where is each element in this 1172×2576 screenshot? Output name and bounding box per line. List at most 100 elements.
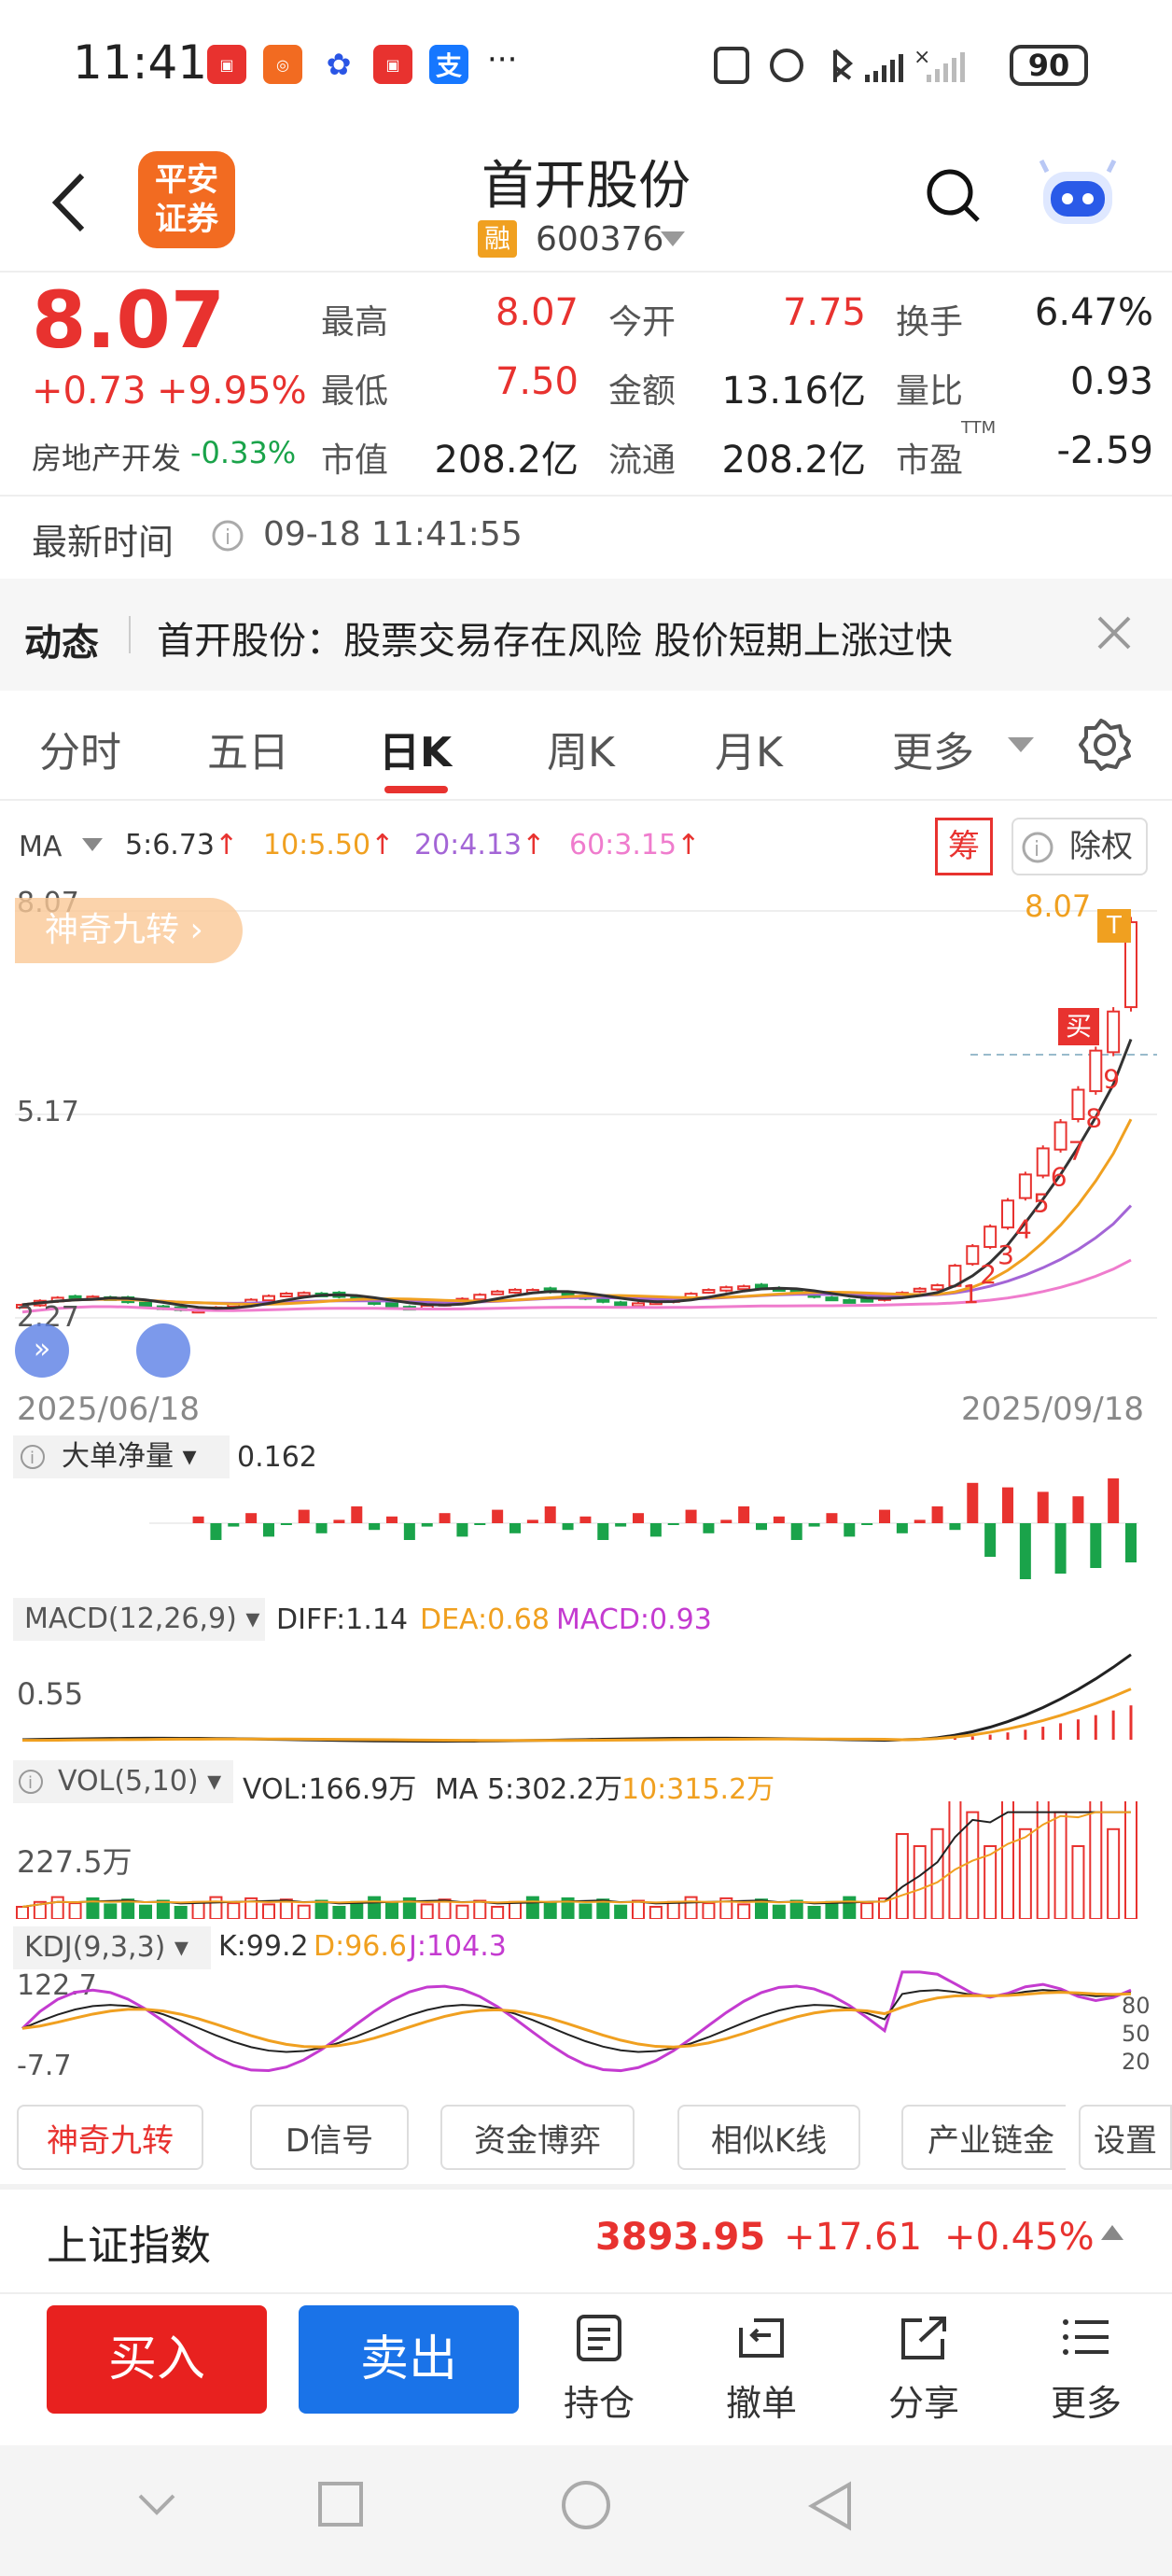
macd-label[interactable]: MACD(12,26,9) ▾	[13, 1598, 265, 1641]
ma10-line	[21, 1118, 1133, 1307]
stock-code[interactable]: 600376	[536, 220, 663, 259]
gear-icon[interactable]	[1079, 719, 1131, 771]
candle	[262, 1295, 275, 1302]
chevron-down-icon[interactable]	[1008, 737, 1034, 754]
big-order-bar	[263, 1523, 274, 1537]
search-icon[interactable]	[924, 166, 984, 226]
ma20-value: 20:4.13↑	[414, 829, 546, 861]
tab-week-k[interactable]: 周K	[547, 719, 615, 778]
nine-turn-button[interactable]: 神奇九转	[17, 2105, 203, 2170]
chevron-down-icon[interactable]	[82, 838, 103, 851]
ma60-value: 60:3.15↑	[569, 829, 701, 861]
big-order-bar	[439, 1513, 451, 1523]
chevron-up-icon[interactable]	[1101, 2225, 1123, 2242]
nine-turn-number: 8	[1085, 1103, 1102, 1134]
stat-value: 0.93	[1069, 360, 1153, 403]
macd-chart	[21, 1653, 1133, 1743]
share-button[interactable]: 分享	[868, 2315, 980, 2426]
volume-bar	[1124, 1801, 1137, 1919]
svg-text:×: ×	[914, 46, 930, 69]
sell-button[interactable]: 卖出	[299, 2305, 519, 2414]
stat-label: 市值	[321, 441, 389, 480]
nine-turn-numbers: 123456789	[962, 1064, 1120, 1309]
settings-button[interactable]: 设置	[1079, 2105, 1172, 2170]
close-icon[interactable]	[1095, 614, 1133, 651]
news-bar[interactable]: 动态 首开股份：股票交易存在风险 股价短期上涨过快	[0, 579, 1172, 691]
buy-marker: 买	[1058, 1008, 1099, 1045]
start-date: 2025/06/18	[17, 1391, 200, 1428]
stock-header: 平安证券 首开股份 融 600376	[0, 131, 1172, 271]
big-order-bar	[790, 1523, 802, 1540]
expand-icon[interactable]: »	[15, 1323, 69, 1378]
big-order-bar	[192, 1516, 204, 1523]
more-button[interactable]: 更多	[1030, 2315, 1142, 2426]
tab-day-k[interactable]: 日K	[379, 719, 452, 778]
candle	[825, 1296, 839, 1302]
candle	[385, 1301, 398, 1308]
ai-robot-icon[interactable]	[1036, 159, 1120, 233]
ma5-line	[21, 1038, 1133, 1310]
big-order-bar	[808, 1523, 820, 1527]
tab-five-day[interactable]: 五日	[207, 719, 289, 778]
volume-bar	[649, 1906, 663, 1919]
cancel-order-button[interactable]: 撤单	[705, 2315, 817, 2426]
status-time: 11:41	[73, 35, 208, 90]
volume-bar	[297, 1904, 311, 1919]
big-order-bar	[474, 1523, 486, 1525]
volume-bar	[984, 1845, 998, 1919]
volume-bar	[843, 1896, 857, 1919]
big-order-bar	[1072, 1496, 1084, 1523]
signal-icon	[865, 54, 903, 82]
similar-kline-button[interactable]: 相似K线	[677, 2105, 860, 2170]
current-price: 8.07	[32, 274, 226, 366]
big-order-bar	[967, 1482, 979, 1523]
industry-chain-button[interactable]: 产业链金	[901, 2105, 1066, 2170]
big-order-bar	[333, 1519, 345, 1523]
chevron-down-icon[interactable]	[661, 231, 685, 248]
position-button[interactable]: 持仓	[543, 2315, 655, 2426]
big-order-bar	[544, 1506, 556, 1523]
signal-2-icon	[927, 52, 965, 82]
tab-more[interactable]: 更多	[892, 719, 974, 778]
home-icon[interactable]	[560, 2479, 612, 2531]
nine-turn-badge[interactable]: 神奇九转 ›	[15, 898, 243, 963]
ma-label[interactable]: MA	[19, 831, 62, 863]
sector-name[interactable]: 房地产开发	[32, 435, 181, 478]
big-order-bar	[633, 1513, 644, 1523]
system-nav-bar	[0, 2445, 1172, 2576]
big-order-bar	[1054, 1523, 1067, 1574]
svg-text:i: i	[225, 526, 230, 550]
fullscreen-icon[interactable]	[136, 1323, 190, 1378]
stat-value: 7.75	[782, 291, 866, 334]
volume-bar	[614, 1904, 628, 1919]
big-order-bar	[879, 1509, 890, 1523]
recent-apps-icon[interactable]	[317, 2481, 364, 2527]
stat-value: 208.2亿	[434, 439, 579, 482]
undo-icon	[739, 2318, 784, 2358]
nine-turn-number: 4	[1015, 1213, 1032, 1244]
chip-distribution-button[interactable]: 筹	[935, 818, 993, 875]
big-order-bar	[280, 1523, 292, 1525]
nine-turn-number: 6	[1051, 1161, 1067, 1192]
fund-game-button[interactable]: 资金博弈	[440, 2105, 635, 2170]
chevron-down-icon[interactable]	[138, 2494, 175, 2516]
d-signal-button[interactable]: D信号	[250, 2105, 409, 2170]
info-icon[interactable]: i	[211, 519, 244, 553]
volume-bar	[1107, 1827, 1121, 1919]
tab-intraday[interactable]: 分时	[39, 719, 121, 778]
nine-turn-number: 1	[962, 1279, 979, 1309]
stat-label: 市盈	[896, 441, 964, 480]
alarm-icon	[770, 49, 803, 82]
buy-button[interactable]: 买入	[47, 2305, 267, 2414]
volume-bar	[420, 1903, 434, 1919]
volume-bar	[543, 1902, 557, 1919]
volume-bar	[737, 1903, 751, 1919]
tab-month-k[interactable]: 月K	[715, 719, 783, 778]
news-text[interactable]: 首开股份：股票交易存在风险 股价短期上涨过快	[157, 610, 953, 665]
volume-bar	[385, 1902, 398, 1919]
back-nav-icon[interactable]	[806, 2481, 853, 2531]
index-name[interactable]: 上证指数	[47, 2212, 211, 2272]
huawei-store-icon: ▣	[207, 45, 246, 84]
vol-label[interactable]: VOL(5,10) ▾	[13, 1760, 233, 1803]
big-order-bar	[562, 1523, 574, 1531]
